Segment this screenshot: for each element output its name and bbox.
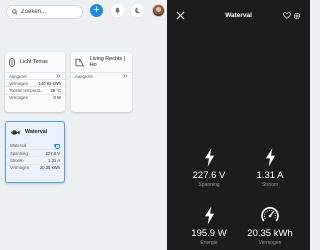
double-chevron-icon[interactable] xyxy=(56,74,61,78)
search-input[interactable] xyxy=(21,9,76,15)
card-row: Stroom 1.31 A xyxy=(6,156,64,163)
stat-vermogen: 20.35 kWh Vermogen xyxy=(245,203,295,246)
moon-icon xyxy=(135,7,141,14)
card-row: Vermogen 0 W xyxy=(5,93,65,101)
card-title: Living Rechts | Ho xyxy=(89,56,125,68)
device-card-waterval[interactable]: Waterval Waterval Spanning 227.6 V Stroo… xyxy=(5,121,65,183)
stat-spanning: 227.6 V Spanning xyxy=(184,145,234,188)
device-detail-panel: Waterval 227.6 V Spanning 1.31 A Stroom xyxy=(167,0,310,250)
card-row: Toestel temperat... 29 °C xyxy=(5,86,65,93)
lightning-icon xyxy=(204,148,214,167)
double-chevron-icon[interactable] xyxy=(123,74,128,78)
notifications-button[interactable] xyxy=(111,4,124,17)
card-row: Spanning 227.6 V xyxy=(6,149,64,156)
bulb-icon xyxy=(9,57,15,67)
card-row: Aangezet xyxy=(5,72,65,79)
gear-icon[interactable] xyxy=(293,12,301,20)
power-toggle[interactable] xyxy=(54,144,60,150)
panel-header: Waterval xyxy=(167,0,310,34)
bell-icon xyxy=(115,7,120,14)
lightning-icon xyxy=(265,148,275,167)
search-icon xyxy=(12,9,18,15)
device-card-licht-terras[interactable]: Licht Terras Aangezet Vermogen 140.93 kW… xyxy=(5,52,65,112)
card-row: Vermogen 20.35 kWh xyxy=(6,163,64,171)
gauge-icon xyxy=(261,207,279,222)
lamp-icon xyxy=(75,58,85,66)
theme-toggle-button[interactable] xyxy=(131,4,144,17)
card-title: Waterval xyxy=(25,129,48,135)
stat-energie: 195.9 W Energie xyxy=(184,203,234,246)
device-card-living-rechts[interactable]: Living Rechts | Ho Aangezet xyxy=(71,52,132,112)
fish-icon xyxy=(11,129,20,135)
card-row: Waterval xyxy=(6,142,64,150)
card-row: Aangezet xyxy=(71,72,132,79)
stat-stroom: 1.31 A Stroom xyxy=(245,145,295,188)
avatar[interactable] xyxy=(152,4,165,17)
heart-icon[interactable] xyxy=(283,12,291,19)
add-button[interactable]: + xyxy=(90,4,103,17)
card-title: Licht Terras xyxy=(20,59,48,65)
lightning-icon xyxy=(204,206,214,225)
search-bar[interactable] xyxy=(6,5,83,19)
card-row: Vermogen 140.93 kWh xyxy=(5,79,65,86)
